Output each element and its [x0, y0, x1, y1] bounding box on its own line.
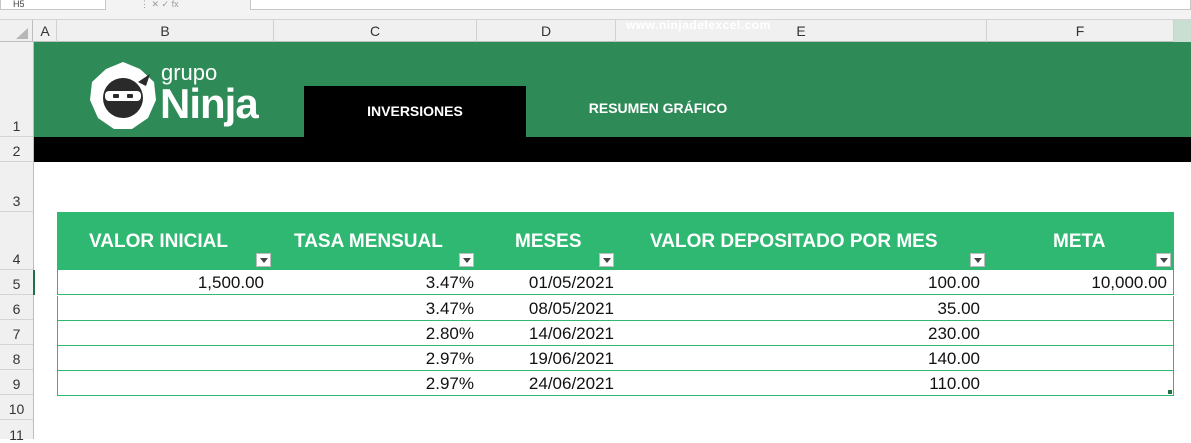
- website-watermark: www.ninjadelexcel.com: [626, 18, 771, 32]
- filter-dropdown-icon[interactable]: [256, 253, 271, 267]
- cell-valor-inicial[interactable]: 1,500.00: [58, 270, 264, 295]
- cell-meses[interactable]: 14/06/2021: [477, 321, 614, 346]
- cell-tasa-mensual[interactable]: 2.97%: [274, 346, 474, 371]
- filter-dropdown-icon[interactable]: [599, 253, 614, 267]
- cell-meta[interactable]: [987, 346, 1167, 371]
- active-row-indicator: [33, 270, 35, 295]
- table-row: 2.97% 24/06/2021 110.00: [57, 371, 1174, 396]
- cell-valor-depositado[interactable]: 230.00: [616, 321, 980, 346]
- tab-resumen-grafico[interactable]: RESUMEN GRÁFICO: [526, 86, 790, 131]
- cell-meta[interactable]: 10,000.00: [987, 270, 1167, 295]
- filter-dropdown-icon[interactable]: [970, 253, 985, 267]
- column-header-c[interactable]: C: [274, 20, 477, 42]
- tab-inversiones[interactable]: INVERSIONES: [304, 86, 526, 137]
- header-valor-depositado: VALOR DEPOSITADO POR MES: [650, 231, 938, 252]
- header-divider-bar: [34, 137, 1191, 162]
- table-row: 3.47% 08/05/2021 35.00: [57, 296, 1174, 321]
- cell-tasa-mensual[interactable]: 2.97%: [274, 371, 474, 396]
- formula-bar-icons: ⋮ ✕ ✓ fx: [140, 0, 179, 9]
- cell-valor-inicial[interactable]: [58, 371, 264, 396]
- column-headers: A B C D E F: [0, 20, 1191, 42]
- cell-tasa-mensual[interactable]: 3.47%: [274, 270, 474, 295]
- row-headers: 1 2 3 4 5 6 7 8 9 10 11: [0, 42, 34, 443]
- header-meta: META: [1053, 231, 1106, 252]
- column-header-a[interactable]: A: [34, 20, 57, 42]
- cell-meta[interactable]: [987, 321, 1167, 346]
- cell-valor-depositado[interactable]: 100.00: [616, 270, 980, 295]
- cell-meta[interactable]: [987, 371, 1167, 396]
- header-meses: MESES: [515, 231, 582, 252]
- formula-input[interactable]: [250, 0, 1191, 10]
- name-box[interactable]: H5: [0, 0, 106, 10]
- cell-valor-inicial[interactable]: [58, 346, 264, 371]
- row-header-7[interactable]: 7: [0, 320, 33, 345]
- cell-meses[interactable]: 19/06/2021: [477, 346, 614, 371]
- table-resize-handle[interactable]: [1168, 390, 1172, 394]
- cell-valor-depositado[interactable]: 35.00: [616, 296, 980, 321]
- row-header-6[interactable]: 6: [0, 295, 33, 320]
- row-header-9[interactable]: 9: [0, 370, 33, 395]
- row-header-8[interactable]: 8: [0, 345, 33, 370]
- row-header-1[interactable]: 1: [0, 42, 33, 137]
- logo-text-ninja: Ninja: [160, 80, 259, 127]
- ninja-logo-icon: [90, 62, 156, 129]
- select-all-button[interactable]: [0, 20, 33, 42]
- column-header-d[interactable]: D: [477, 20, 616, 42]
- row-header-5[interactable]: 5: [0, 270, 33, 295]
- cell-valor-inicial[interactable]: [58, 296, 264, 321]
- select-all-triangle-icon: [16, 28, 28, 39]
- column-header-f[interactable]: F: [987, 20, 1174, 42]
- header-tasa-mensual: TASA MENSUAL: [294, 231, 443, 252]
- row-header-3[interactable]: 3: [0, 162, 33, 212]
- table-row: 1,500.00 3.47% 01/05/2021 100.00 10,000.…: [57, 270, 1174, 295]
- filter-dropdown-icon[interactable]: [459, 253, 474, 267]
- header-valor-inicial: VALOR INICIAL: [89, 231, 228, 252]
- cell-valor-inicial[interactable]: [58, 321, 264, 346]
- column-header-b[interactable]: B: [57, 20, 274, 42]
- cell-meses[interactable]: 01/05/2021: [477, 270, 614, 295]
- cell-valor-depositado[interactable]: 110.00: [616, 371, 980, 396]
- row-header-4[interactable]: 4: [0, 212, 33, 270]
- row-header-11[interactable]: 11: [0, 420, 33, 443]
- table-row: 2.97% 19/06/2021 140.00: [57, 346, 1174, 371]
- cell-meses[interactable]: 08/05/2021: [477, 296, 614, 321]
- cell-valor-depositado[interactable]: 140.00: [616, 346, 980, 371]
- cell-tasa-mensual[interactable]: 2.80%: [274, 321, 474, 346]
- cell-tasa-mensual[interactable]: 3.47%: [274, 296, 474, 321]
- filter-dropdown-icon[interactable]: [1156, 253, 1171, 267]
- cell-meses[interactable]: 24/06/2021: [477, 371, 614, 396]
- cell-meta[interactable]: [987, 296, 1167, 321]
- column-header-g[interactable]: [1174, 20, 1191, 42]
- row-header-2[interactable]: 2: [0, 137, 33, 162]
- row-header-10[interactable]: 10: [0, 395, 33, 420]
- table-row: 2.80% 14/06/2021 230.00: [57, 321, 1174, 346]
